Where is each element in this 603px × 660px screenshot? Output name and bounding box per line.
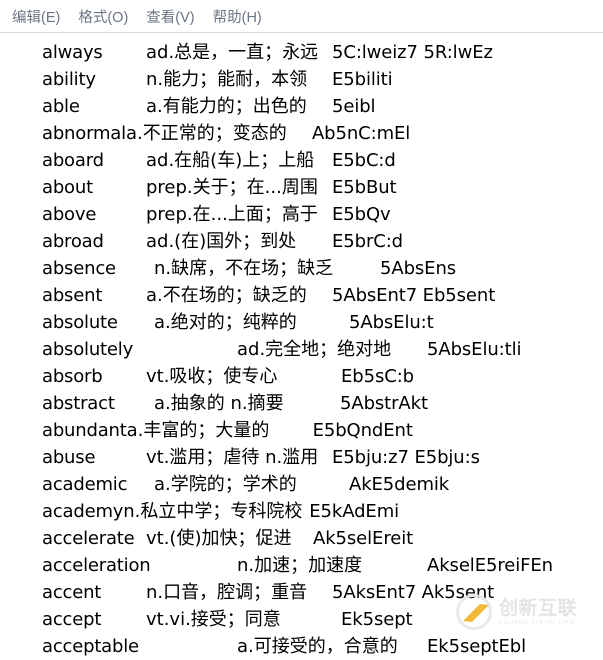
- word-text: academy: [42, 501, 124, 522]
- menu-bar: 编辑(E) 格式(O) 查看(V) 帮助(H): [0, 0, 603, 33]
- vocabulary-row: abroad ad.(在)国外；到处 E5brC:d: [42, 228, 603, 255]
- definition-text: vt.吸收；使专心: [146, 366, 278, 387]
- definition-text: a.不在场的；缺乏的: [146, 285, 307, 306]
- word-text: aboard: [42, 150, 104, 171]
- vocabulary-row: absolute a.绝对的；纯粹的 5AbsElu:t: [42, 309, 603, 336]
- vocabulary-row: absent a.不在场的；缺乏的 5AbsEnt7 Eb5sent: [42, 282, 603, 309]
- word-text: accelerate: [42, 528, 135, 549]
- word-text: absent: [42, 285, 103, 306]
- word-text: about: [42, 177, 93, 198]
- word-text: always: [42, 42, 103, 63]
- word-text: accept: [42, 609, 102, 630]
- definition-text: vt.滥用；虐待 n.滥用: [146, 447, 319, 468]
- menu-item-format[interactable]: 格式(O): [76, 4, 130, 29]
- word-text: accent: [42, 582, 102, 603]
- vocabulary-row: accept vt.vi.接受；同意 Ek5sept: [42, 606, 603, 633]
- definition-text: prep.在...上面；高于: [146, 204, 318, 225]
- word-text: absolute: [42, 312, 118, 333]
- vocabulary-row: abstract a.抽象的 n.摘要 5AbstrAkt: [42, 390, 603, 417]
- pronunciation-code-text: 5C:lweiz7 5R:lwEz: [332, 42, 493, 63]
- pronunciation-code-text: 5AbsElu:t: [349, 312, 434, 333]
- pronunciation-code-text: E5bBut: [332, 177, 397, 198]
- definition-text: ad.总是，一直；永远: [146, 42, 319, 63]
- definition-text: n.私立中学；专科院校: [123, 501, 303, 522]
- pronunciation-code-text: E5kAdEmi: [309, 501, 400, 522]
- pronunciation-code-text: E5bju:z7 E5bju:s: [332, 447, 480, 468]
- pronunciation-code-text: 5AbsElu:tli: [427, 339, 522, 360]
- vocabulary-row: academic a.学院的；学术的 AkE5demik: [42, 471, 603, 498]
- word-text: absolutely: [42, 339, 134, 360]
- vocabulary-row: ability n.能力；能耐，本领 E5biliti: [42, 66, 603, 93]
- word-text: abroad: [42, 231, 104, 252]
- word-text: abundant: [42, 420, 127, 441]
- definition-text: vt.(使)加快；促进: [146, 528, 292, 549]
- vocabulary-row: accent n.口音，腔调；重音 5AksEnt7 Ak5sent: [42, 579, 603, 606]
- word-text: absorb: [42, 366, 103, 387]
- word-text: absence: [42, 258, 116, 279]
- vocabulary-row: academy n.私立中学；专科院校 E5kAdEmi: [42, 498, 603, 525]
- definition-text: a.抽象的 n.摘要: [154, 393, 284, 414]
- word-text: abuse: [42, 447, 96, 468]
- pronunciation-code-text: Eb5sC:b: [341, 366, 414, 387]
- vocabulary-row: always ad.总是，一直；永远 5C:lweiz7 5R:lwEz: [42, 39, 603, 66]
- pronunciation-code-text: AkE5demik: [349, 474, 450, 495]
- definition-text: ad.(在)国外；到处: [146, 231, 297, 252]
- menu-item-help[interactable]: 帮助(H): [211, 4, 264, 29]
- word-text: abnormal: [42, 123, 126, 144]
- definition-text: prep.关于；在...周围: [146, 177, 318, 198]
- vocabulary-row: acceptable a.可接受的，合意的 Ek5septEbl: [42, 633, 603, 660]
- definition-text: ad.在船(车)上；上船: [146, 150, 315, 171]
- vocabulary-row: acceleration n.加速；加速度 AkselE5reiFEn: [42, 552, 603, 579]
- vocabulary-row: accelerate vt.(使)加快；促进 Ak5selEreit: [42, 525, 603, 552]
- pronunciation-code-text: 5AbsEnt7 Eb5sent: [332, 285, 496, 306]
- definition-text: a.丰富的；大量的: [126, 420, 270, 441]
- vocabulary-row: above prep.在...上面；高于 E5bQv: [42, 201, 603, 228]
- pronunciation-code-text: E5biliti: [332, 69, 393, 90]
- menu-item-view[interactable]: 查看(V): [144, 4, 196, 29]
- definition-text: n.缺席，不在场；缺乏: [154, 258, 334, 279]
- pronunciation-code-text: Ek5septEbl: [427, 636, 526, 657]
- definition-text: a.可接受的，合意的: [237, 636, 398, 657]
- definition-text: a.不正常的；变态的: [125, 123, 287, 144]
- pronunciation-code-text: Ek5sept: [341, 609, 413, 630]
- pronunciation-code-text: 5AbsEns: [380, 258, 457, 279]
- vocabulary-row: able a.有能力的；出色的 5eibl: [42, 93, 603, 120]
- definition-text: a.绝对的；纯粹的: [154, 312, 297, 333]
- vocabulary-row: aboard ad.在船(车)上；上船 E5bC:d: [42, 147, 603, 174]
- definition-text: a.学院的；学术的: [154, 474, 297, 495]
- definition-text: vt.vi.接受；同意: [146, 609, 281, 630]
- word-text: academic: [42, 474, 128, 495]
- document-text-area[interactable]: always ad.总是，一直；永远 5C:lweiz7 5R:lwEz abilit…: [0, 33, 603, 660]
- definition-text: n.口音，腔调；重音: [146, 582, 308, 603]
- menu-item-edit[interactable]: 编辑(E): [10, 4, 62, 29]
- vocabulary-row: absolutely ad.完全地；绝对地 5AbsElu:tli: [42, 336, 603, 363]
- pronunciation-code-text: 5eibl: [332, 96, 376, 117]
- word-text: able: [42, 96, 80, 117]
- pronunciation-code-text: Ak5selEreit: [313, 528, 414, 549]
- vocabulary-row: abuse vt.滥用；虐待 n.滥用 E5bju:z7 E5bju:s: [42, 444, 603, 471]
- pronunciation-code-text: E5brC:d: [332, 231, 404, 252]
- vocabulary-row: absorb vt.吸收；使专心 Eb5sC:b: [42, 363, 603, 390]
- pronunciation-code-text: 5AksEnt7 Ak5sent: [332, 582, 495, 603]
- word-text: above: [42, 204, 97, 225]
- pronunciation-code-text: Ab5nC:mEl: [311, 123, 411, 144]
- vocabulary-row: abundant a.丰富的；大量的 E5bQndEnt: [42, 417, 603, 444]
- definition-text: n.能力；能耐，本领: [146, 69, 308, 90]
- vocabulary-row: abnormal a.不正常的；变态的 Ab5nC:mEl: [42, 120, 603, 147]
- definition-text: a.有能力的；出色的: [146, 96, 307, 117]
- vocabulary-row: about prep.关于；在...周围 E5bBut: [42, 174, 603, 201]
- pronunciation-code-text: E5bQv: [332, 204, 391, 225]
- word-text: abstract: [42, 393, 115, 414]
- pronunciation-code-text: AkselE5reiFEn: [427, 555, 553, 576]
- pronunciation-code-text: E5bQndEnt: [312, 420, 413, 441]
- pronunciation-code-text: E5bC:d: [332, 150, 396, 171]
- word-text: ability: [42, 69, 96, 90]
- definition-text: ad.完全地；绝对地: [237, 339, 392, 360]
- word-text: acceptable: [42, 636, 139, 657]
- word-text: acceleration: [42, 555, 151, 576]
- definition-text: n.加速；加速度: [237, 555, 363, 576]
- pronunciation-code-text: 5AbstrAkt: [340, 393, 428, 414]
- vocabulary-row: absence n.缺席，不在场；缺乏 5AbsEns: [42, 255, 603, 282]
